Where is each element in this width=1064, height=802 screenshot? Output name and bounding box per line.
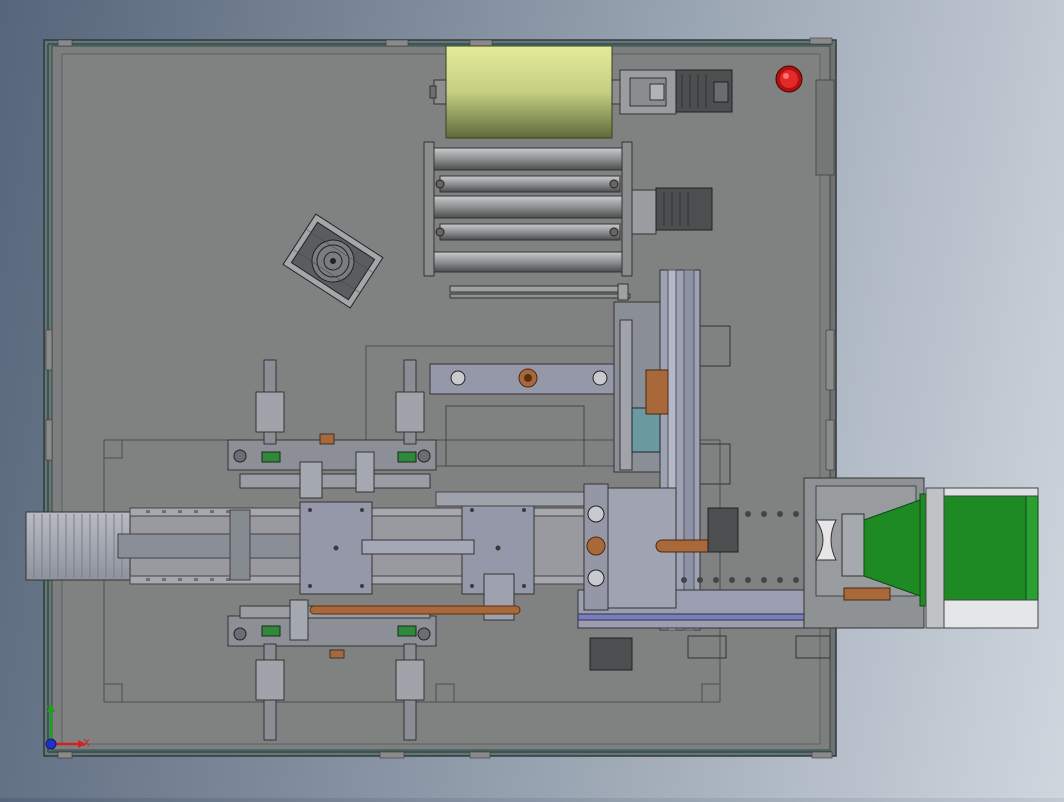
base-plate bbox=[43, 37, 837, 759]
triad-y-label: Y bbox=[45, 704, 53, 715]
machine-top-view: X Y bbox=[25, 37, 1039, 759]
triad-x-label: X bbox=[83, 738, 90, 749]
output-conveyor bbox=[803, 477, 1039, 629]
servo-motor bbox=[619, 69, 733, 115]
cad-viewport[interactable]: X Y bbox=[0, 0, 1064, 798]
emergency-stop-button bbox=[775, 65, 803, 93]
film-roll bbox=[429, 45, 623, 139]
